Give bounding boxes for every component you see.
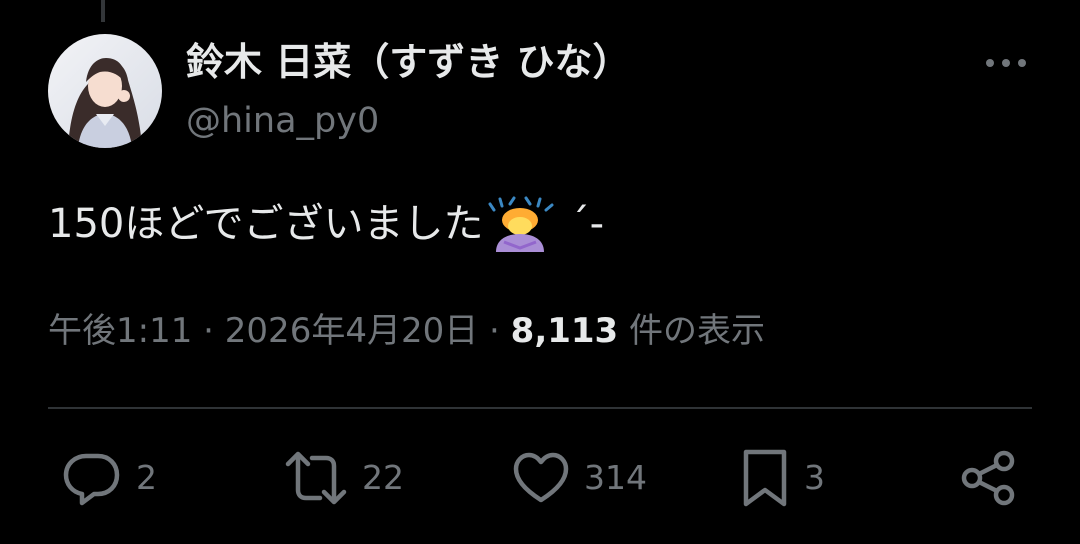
avatar[interactable] bbox=[48, 34, 162, 148]
retweet-button[interactable]: 22 bbox=[284, 446, 404, 510]
person-bowing-emoji-icon bbox=[486, 196, 570, 252]
tweet-text-tail: ´- bbox=[569, 201, 604, 247]
bookmark-icon bbox=[743, 449, 787, 507]
tweet-date[interactable]: 2026年4月20日 bbox=[225, 311, 478, 351]
meta-separator: · bbox=[203, 311, 214, 351]
meta-separator-2: · bbox=[489, 311, 500, 351]
bookmark-count: 3 bbox=[804, 458, 825, 497]
divider bbox=[48, 407, 1032, 409]
share-icon bbox=[961, 450, 1015, 506]
heart-icon bbox=[513, 452, 569, 503]
like-button[interactable]: 314 bbox=[512, 446, 647, 510]
views-count[interactable]: 8,113 bbox=[511, 311, 619, 351]
reply-button[interactable]: 2 bbox=[62, 446, 157, 510]
like-count: 314 bbox=[584, 458, 647, 497]
share-button[interactable] bbox=[960, 446, 1018, 510]
more-options-button[interactable] bbox=[980, 46, 1032, 80]
bookmark-button[interactable]: 3 bbox=[740, 446, 825, 510]
tweet-meta: 午後1:11 · 2026年4月20日 · 8,113 件の表示 bbox=[48, 306, 765, 356]
reply-icon bbox=[63, 453, 120, 506]
views-label: 件の表示 bbox=[629, 311, 766, 351]
tweet-time[interactable]: 午後1:11 bbox=[48, 311, 192, 351]
tweet-text: 150ほどでございました ´- bbox=[48, 196, 604, 252]
more-dots-icon bbox=[986, 59, 1026, 67]
retweet-icon bbox=[285, 451, 347, 505]
author-display-name[interactable]: 鈴木 日菜（すずき ひな） bbox=[186, 38, 630, 86]
author-handle[interactable]: @hina_py0 bbox=[186, 98, 379, 144]
tweet-text-body: 150ほどでございました bbox=[48, 201, 484, 247]
thread-connector-line bbox=[101, 0, 105, 22]
retweet-count: 22 bbox=[362, 458, 404, 497]
profile-photo-icon bbox=[48, 34, 162, 148]
reply-count: 2 bbox=[136, 458, 157, 497]
